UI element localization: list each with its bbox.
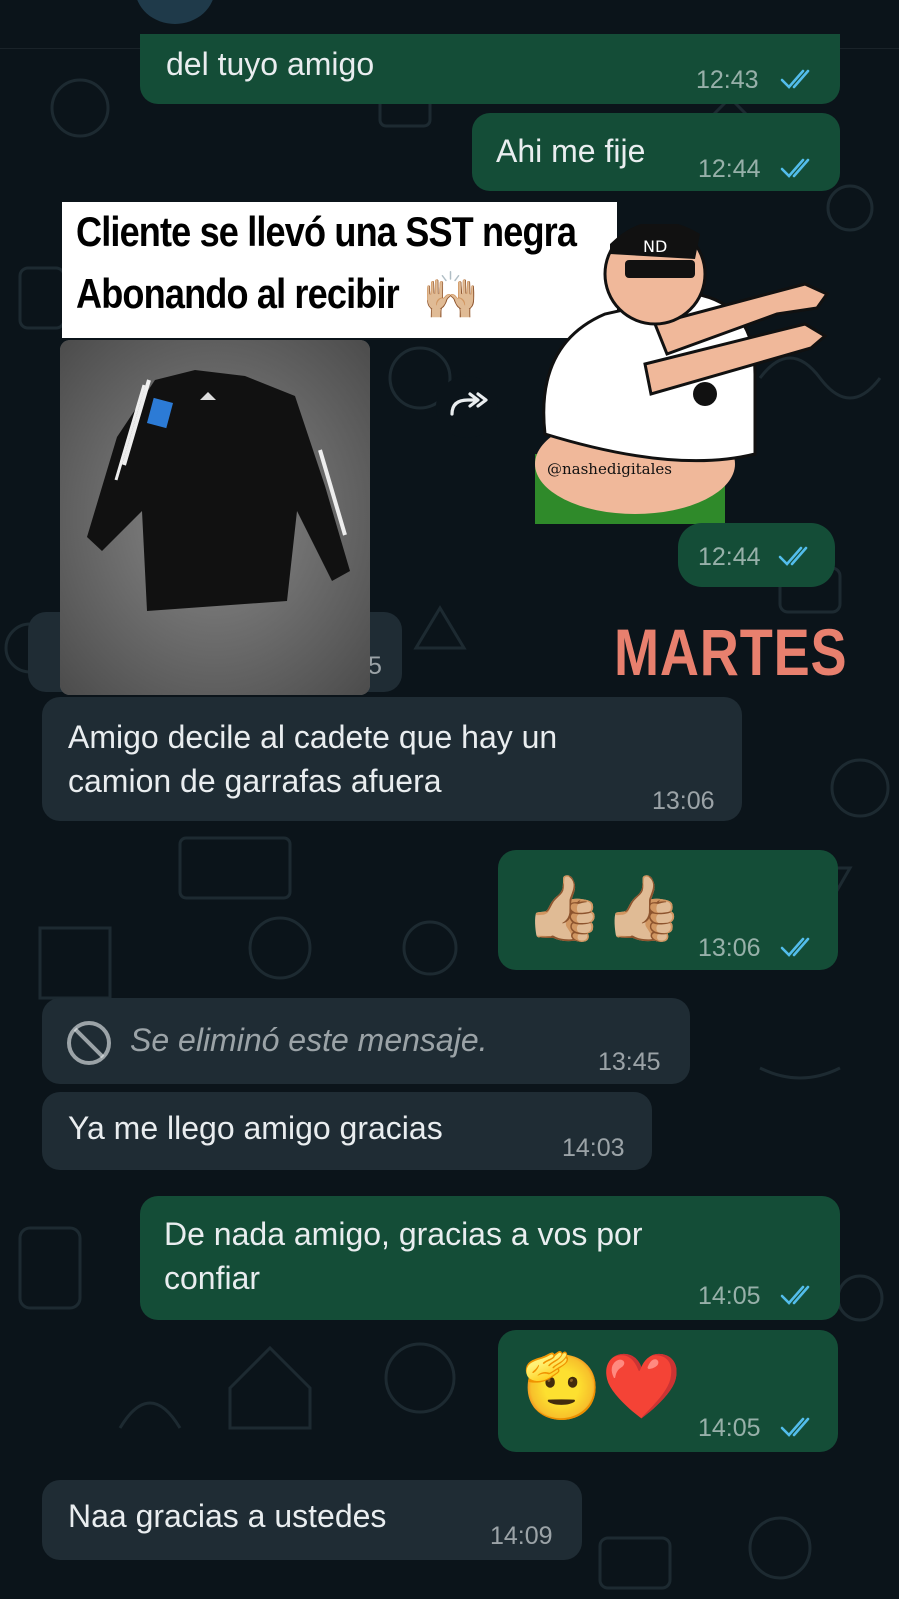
message-time-partial: 5 [368,652,382,680]
message-bubble-incoming[interactable]: Amigo decile al cadete que hay un camion… [42,697,742,821]
sticker-watermark: @nashedigitales [547,460,672,478]
double-check-icon [778,546,808,566]
product-photo[interactable] [60,340,370,695]
message-bubble-deleted[interactable]: Se eliminó este mensaje. 13:45 [42,998,690,1084]
jacket-image [60,340,370,695]
double-check-icon [780,69,810,89]
forward-icon [450,392,488,416]
raised-hands-emoji: 🙌🏼 [422,268,480,322]
message-bubble-outgoing[interactable]: 👍🏼👍🏼 13:06 [498,850,838,970]
message-time: 13:06 [652,787,715,815]
sticker-character[interactable]: ND @nashedigitales [525,221,845,544]
message-time: 14:05 [698,1414,761,1442]
salute-heart-emoji: 🫡❤️ [522,1350,682,1424]
forward-button[interactable] [436,376,498,438]
message-text-line-1: Amigo decile al cadete que hay un [68,719,558,755]
double-check-icon [780,1285,810,1305]
day-label-overlay: MARTES [614,615,848,689]
double-check-icon [780,1417,810,1437]
message-time: 12:43 [696,66,759,94]
message-bubble-incoming[interactable]: Naa gracias a ustedes 14:09 [42,1480,582,1560]
message-time: 13:45 [598,1048,661,1076]
message-time: 14:03 [562,1134,625,1162]
caption-line-2: Abonando al recibir [76,270,400,317]
message-text: Naa gracias a ustedes [68,1498,387,1534]
thumbs-up-emoji: 👍🏼👍🏼 [524,872,684,946]
double-check-icon [780,158,810,178]
message-text: Ya me llego amigo gracias [68,1110,443,1146]
message-bubble-outgoing[interactable]: 🫡❤️ 14:05 [498,1330,838,1452]
message-text: Ahi me fije [496,133,646,169]
message-bubble-incoming[interactable]: Ya me llego amigo gracias 14:03 [42,1092,652,1170]
caption-line-1: Cliente se llevó una SST negra [76,208,577,255]
message-time: 14:05 [698,1282,761,1310]
message-time: 12:44 [698,543,761,571]
message-text-line-2: confiar [164,1260,261,1296]
message-bubble-outgoing[interactable]: Ahi me fije 12:44 [472,113,840,191]
cap-logo: ND [643,237,667,256]
message-bubble-outgoing[interactable]: De nada amigo, gracias a vos por confiar… [140,1196,840,1320]
message-text: del tuyo amigo [166,46,375,82]
double-check-icon [780,937,810,957]
message-bubble-outgoing[interactable]: del tuyo amigo 12:43 [140,34,840,104]
message-time: 12:44 [698,155,761,183]
message-time: 14:09 [490,1522,553,1550]
deleted-message-text: Se eliminó este mensaje. [130,1022,488,1058]
message-text-line-2: camion de garrafas afuera [68,763,442,799]
message-text-line-1: De nada amigo, gracias a vos por [164,1216,643,1252]
deleted-message-icon [67,1021,111,1065]
sticker-time-pill: 12:44 [678,523,835,587]
message-time: 13:06 [698,934,761,962]
contact-avatar[interactable] [135,0,215,24]
